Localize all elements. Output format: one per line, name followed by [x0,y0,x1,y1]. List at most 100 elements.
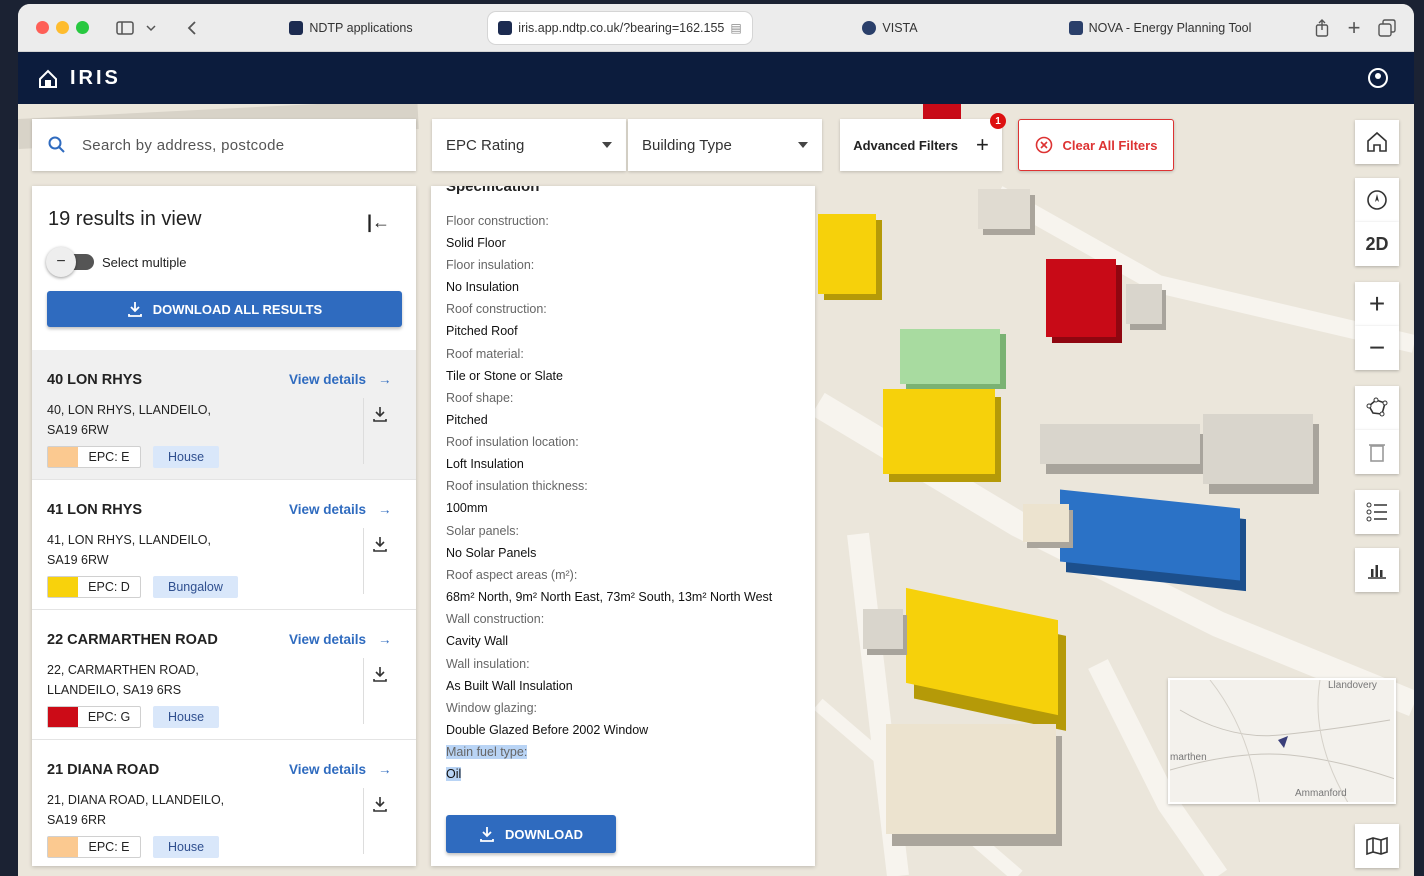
ndtp-favicon-icon [289,21,304,35]
building-unrated[interactable] [1023,504,1069,542]
compass-icon [1367,190,1387,210]
draw-polygon-button[interactable] [1355,386,1399,430]
download-icon[interactable] [372,536,388,557]
download-icon[interactable] [372,666,388,687]
view-details-link[interactable]: View details → [289,502,392,517]
new-tab-icon[interactable]: + [1344,15,1364,40]
specification-heading: Specification [446,186,540,195]
download-all-results-button[interactable]: DOWNLOAD ALL RESULTS [47,291,402,327]
advanced-filters-button[interactable]: Advanced Filters + 1 [840,113,1006,171]
property-details-panel: Specification Floor construction: Solid … [431,186,815,866]
browser-tab-nova[interactable]: NOVA - Energy Planning Tool [1028,12,1292,44]
browser-toolbar: NDTP applications iris.app.ndtp.co.uk/?b… [18,4,1414,52]
nova-favicon-icon [1068,21,1083,35]
building-type-select[interactable]: Building Type [628,119,822,171]
reader-icon[interactable]: ▤ [730,21,741,35]
close-window-button[interactable] [36,21,49,34]
browser-tab-iris[interactable]: iris.app.ndtp.co.uk/?bearing=162.155 ▤ [488,12,752,44]
base-map-toggle-button[interactable] [1355,824,1399,868]
building-unrated[interactable] [1203,414,1313,484]
iris-favicon-icon [498,21,513,35]
collapse-panel-icon[interactable]: |← [367,212,390,233]
view-details-link[interactable]: View details → [289,632,392,647]
epc-badge: EPC: E [47,836,141,858]
browser-window: NDTP applications iris.app.ndtp.co.uk/?b… [18,4,1414,876]
epc-badge: EPC: E [47,446,141,468]
caret-down-icon [798,142,808,148]
download-icon[interactable] [372,796,388,817]
arrow-right-icon: → [378,762,392,777]
building-epc-g[interactable] [1046,259,1116,337]
building-epc-g-top[interactable] [923,104,961,120]
share-icon[interactable] [1312,16,1332,40]
result-card[interactable]: 40 LON RHYS View details → 40, LON RHYS, … [32,350,416,480]
building-type-tag: House [153,836,220,858]
home-logo-icon [39,69,57,88]
chevron-down-icon[interactable] [142,16,160,40]
result-card[interactable]: 41 LON RHYS View details → 41, LON RHYS, … [32,480,416,610]
polygon-draw-icon [1366,397,1388,417]
minus-icon: − [46,247,76,277]
arrow-right-icon: → [378,502,392,517]
download-button[interactable]: DOWNLOAD [446,815,616,853]
select-multiple-toggle[interactable]: − Select multiple [46,247,187,277]
arrow-right-icon: → [378,372,392,387]
compass-button[interactable] [1355,178,1399,222]
download-icon[interactable] [372,406,388,427]
close-circle-icon [1035,136,1052,154]
download-icon [127,302,142,317]
tab-overview-icon[interactable] [1376,16,1398,40]
building-epc-d[interactable] [883,389,995,474]
browser-tab-vista[interactable]: VISTA [758,12,1022,44]
download-icon [480,827,494,842]
result-card[interactable]: 22 CARMARTHEN ROAD View details → 22, CAR… [32,610,416,740]
zoom-out-button[interactable]: − [1355,326,1399,370]
filter-count-badge: 1 [990,113,1006,129]
browser-tab-ndtp[interactable]: NDTP applications [218,12,484,44]
building-unrated[interactable] [978,189,1030,229]
results-count-title: 19 results in view [48,208,202,230]
minimap-terrain [1170,680,1394,802]
view-details-link[interactable]: View details → [289,372,392,387]
zoom-in-button[interactable]: + [1355,282,1399,326]
home-view-button[interactable] [1355,120,1399,164]
building-unrated[interactable] [886,724,1056,834]
list-icon [1366,502,1387,522]
sidebar-toggle-icon[interactable] [114,16,136,40]
user-account-icon[interactable] [1368,68,1388,88]
toggle-switch[interactable]: − [46,247,94,277]
maximize-window-button[interactable] [76,21,89,34]
bar-chart-icon [1368,565,1386,579]
overview-minimap[interactable]: Llandovery marthen Ammanford [1168,678,1396,804]
building-type-tag: Bungalow [153,576,238,598]
results-panel: 19 results in view |← − Select multiple … [32,186,416,866]
plus-icon: + [975,132,989,157]
epc-rating-select[interactable]: EPC Rating [432,119,626,171]
view-details-link[interactable]: View details → [289,762,392,777]
building-unrated[interactable] [863,609,903,649]
building-type-tag: House [153,706,220,728]
legend-list-button[interactable] [1355,490,1399,534]
statistics-button[interactable] [1355,548,1399,592]
building-unrated[interactable] [1126,284,1162,324]
building-epc-d-left[interactable] [818,214,876,294]
app-header: IRIS [18,52,1414,104]
view-mode-2d-button[interactable]: 2D [1355,222,1399,266]
building-unrated[interactable] [1040,424,1200,464]
caret-down-icon [602,142,612,148]
back-icon[interactable] [180,16,204,40]
app-logo[interactable]: IRIS [38,67,121,90]
result-card[interactable]: 21 DIANA ROAD View details → 21, DIANA RO… [32,740,416,866]
vista-favicon-icon [862,21,877,35]
epc-badge: EPC: G [47,706,141,728]
minimize-window-button[interactable] [56,21,69,34]
clear-all-filters-button[interactable]: Clear All Filters [1018,119,1174,171]
building-type-tag: House [153,446,220,468]
delete-shape-button[interactable] [1355,430,1399,474]
arrow-right-icon: → [378,632,392,647]
building-epc-b[interactable] [900,329,1000,384]
home-icon [1367,131,1387,152]
search-input[interactable]: Search by address, postcode [32,119,416,171]
epc-badge: EPC: D [47,576,141,598]
map-icon [1366,836,1388,856]
